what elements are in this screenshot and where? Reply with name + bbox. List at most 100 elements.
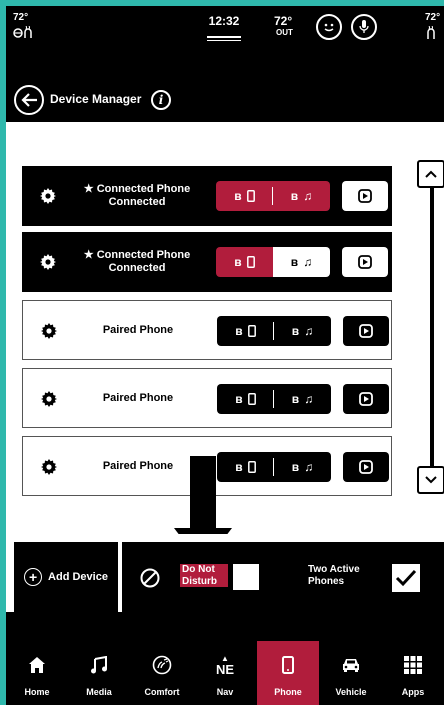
bottom-nav: Home Media Comfort ▲ NE Nav Phone Vehicle… bbox=[6, 641, 444, 705]
device-status: Connected bbox=[108, 262, 166, 274]
projection-button[interactable] bbox=[342, 247, 388, 277]
nav-comfort[interactable]: Comfort bbox=[131, 641, 193, 705]
audio-toggle[interactable]: ʙ ♫ bbox=[274, 384, 331, 414]
device-title-text: Connected Phone bbox=[96, 183, 191, 196]
device-row[interactable]: Paired Phone ʙ ʙ ♫ bbox=[22, 300, 392, 360]
phone-icon bbox=[246, 256, 255, 268]
outside-temp: 72° bbox=[274, 14, 293, 28]
bluetooth-icon: ʙ bbox=[235, 460, 243, 474]
device-name: Paired Phone bbox=[73, 369, 203, 427]
nav-phone[interactable]: Phone bbox=[257, 641, 319, 705]
gear-icon[interactable] bbox=[40, 254, 56, 270]
passenger-temp[interactable]: 72° bbox=[425, 12, 440, 23]
status-bar: 72° 12:32 72° OUT 72° bbox=[6, 6, 444, 58]
device-name: Paired Phone bbox=[73, 301, 203, 359]
bluetooth-icon: ʙ bbox=[235, 392, 243, 406]
bluetooth-icon: ʙ bbox=[291, 392, 300, 406]
two-active-line-2: Phones bbox=[308, 576, 345, 587]
device-row[interactable]: ★ Connected Phone Connected ʙ ʙ ♫ bbox=[22, 166, 392, 226]
projection-button[interactable] bbox=[343, 452, 389, 482]
bluetooth-icon: ʙ bbox=[290, 255, 299, 269]
phone-icon bbox=[247, 461, 256, 473]
phone-toggle[interactable]: ʙ bbox=[217, 384, 274, 414]
nav-nav-label: Nav bbox=[216, 687, 234, 697]
connection-toggle[interactable]: ʙ ʙ ♫ bbox=[217, 316, 331, 346]
projection-button[interactable] bbox=[342, 181, 388, 211]
star-icon: ★ bbox=[83, 249, 97, 262]
audio-toggle[interactable]: ʙ ♫ bbox=[273, 247, 330, 277]
audio-toggle[interactable]: ʙ ♫ bbox=[273, 181, 330, 211]
bluetooth-icon: ʙ bbox=[291, 324, 300, 338]
phone-toggle[interactable]: ʙ bbox=[217, 316, 274, 346]
heated-seat-icon[interactable] bbox=[425, 25, 439, 43]
scroll-track[interactable] bbox=[430, 168, 434, 468]
page-title: Device Manager bbox=[50, 92, 142, 106]
back-arrow-icon bbox=[21, 93, 37, 107]
voice-face-icon[interactable] bbox=[316, 14, 342, 40]
nav-nav[interactable]: ▲ NE Nav bbox=[194, 641, 256, 705]
nav-apps-label: Apps bbox=[401, 687, 425, 697]
device-title-text: Paired Phone bbox=[102, 323, 174, 336]
driver-temp[interactable]: 72° bbox=[13, 12, 28, 23]
back-button[interactable] bbox=[14, 85, 44, 115]
do-not-disturb-checkbox[interactable] bbox=[233, 564, 259, 590]
projection-button[interactable] bbox=[343, 316, 389, 346]
bluetooth-icon: ʙ bbox=[235, 324, 243, 338]
add-device-button[interactable]: + Add Device bbox=[14, 542, 118, 612]
projection-icon bbox=[358, 255, 372, 269]
bluetooth-icon: ʙ bbox=[290, 189, 299, 203]
car-icon bbox=[343, 659, 359, 672]
scroll-down-button[interactable] bbox=[417, 466, 444, 494]
device-row[interactable]: Paired Phone ʙ ʙ ♫ bbox=[22, 368, 392, 428]
two-active-phones-checkbox[interactable] bbox=[392, 564, 420, 592]
add-circle-icon: + bbox=[24, 568, 43, 586]
nav-media-label: Media bbox=[86, 687, 112, 697]
nav-home[interactable]: Home bbox=[6, 641, 68, 705]
compass-heading: NE bbox=[215, 661, 235, 677]
audio-toggle[interactable]: ʙ ♫ bbox=[274, 452, 331, 482]
bluetooth-icon: ʙ bbox=[234, 255, 242, 269]
gear-icon[interactable] bbox=[41, 323, 57, 339]
gear-icon[interactable] bbox=[41, 459, 57, 475]
heated-seat-steering-icon[interactable] bbox=[13, 25, 33, 43]
connection-toggle[interactable]: ʙ ʙ ♫ bbox=[216, 181, 330, 211]
two-active-line-1: Two Active bbox=[308, 564, 360, 575]
home-icon bbox=[29, 657, 45, 673]
music-note-icon: ♫ bbox=[304, 392, 314, 406]
device-title-text: Paired Phone bbox=[102, 391, 174, 404]
nav-home-label: Home bbox=[24, 687, 50, 697]
star-icon: ★ bbox=[83, 183, 97, 196]
gear-icon[interactable] bbox=[41, 391, 57, 407]
gear-icon[interactable] bbox=[40, 188, 56, 204]
nav-apps[interactable]: Apps bbox=[382, 641, 444, 705]
connection-toggle[interactable]: ʙ ʙ ♫ bbox=[216, 247, 330, 277]
connection-toggle[interactable]: ʙ ʙ ♫ bbox=[217, 452, 331, 482]
scroll-up-button[interactable] bbox=[417, 160, 444, 188]
device-title: ★ Connected Phone bbox=[84, 249, 190, 262]
phone-icon bbox=[247, 325, 256, 337]
head-unit-screen: 72° 12:32 72° OUT 72° Device Manager i ★… bbox=[6, 6, 444, 705]
nav-media[interactable]: Media bbox=[68, 641, 130, 705]
bluetooth-icon: ʙ bbox=[291, 460, 300, 474]
connection-toggle[interactable]: ʙ ʙ ♫ bbox=[217, 384, 331, 414]
phone-icon bbox=[246, 190, 255, 202]
microphone-icon[interactable] bbox=[351, 14, 377, 40]
time-underline-2 bbox=[207, 40, 241, 41]
info-button[interactable]: i bbox=[151, 90, 171, 110]
device-row[interactable]: ★ Connected Phone Connected ʙ ʙ ♫ bbox=[22, 232, 392, 292]
options-panel: Do Not Disturb Two Active Phones bbox=[122, 542, 444, 612]
phone-toggle[interactable]: ʙ bbox=[216, 181, 273, 211]
action-bar: + Add Device Do Not Disturb Two Active P… bbox=[6, 534, 444, 612]
device-title-text: Paired Phone bbox=[102, 459, 174, 472]
dnd-line-2: Disturb bbox=[182, 575, 217, 587]
time-underline bbox=[207, 36, 241, 38]
projection-icon bbox=[358, 189, 372, 203]
phone-toggle[interactable]: ʙ bbox=[216, 247, 273, 277]
audio-toggle[interactable]: ʙ ♫ bbox=[274, 316, 331, 346]
info-icon: i bbox=[158, 93, 164, 107]
nav-vehicle[interactable]: Vehicle bbox=[320, 641, 382, 705]
comfort-icon bbox=[152, 655, 172, 675]
device-name: ★ Connected Phone Connected bbox=[72, 166, 202, 226]
projection-button[interactable] bbox=[343, 384, 389, 414]
chevron-down-icon bbox=[425, 476, 437, 484]
